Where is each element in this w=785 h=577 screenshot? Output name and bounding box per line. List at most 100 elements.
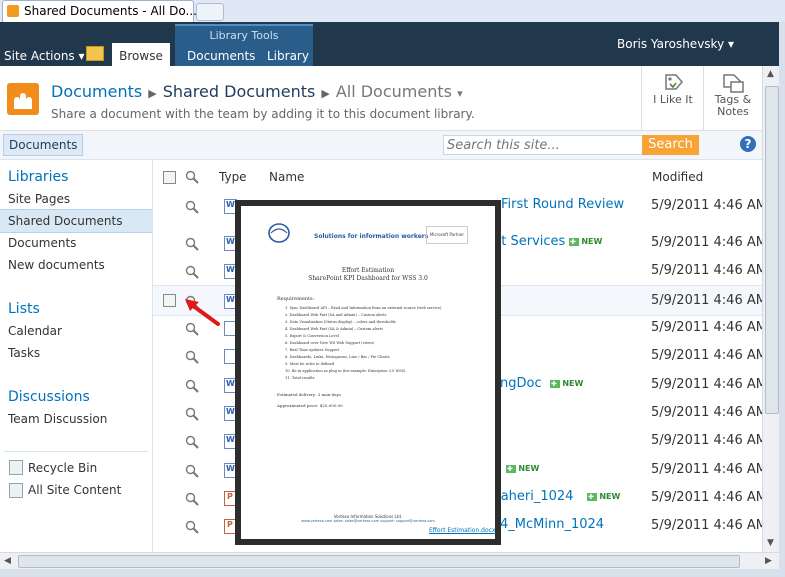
search-row: Documents Search ? bbox=[0, 131, 762, 160]
preview-section-heading: Requirements: bbox=[277, 296, 315, 302]
open-menu-magnifier-icon[interactable] bbox=[185, 492, 199, 506]
nav-item-new-documents[interactable]: New documents bbox=[8, 258, 105, 272]
preview-requirement-item: 7. Real Time updates Support bbox=[285, 348, 340, 352]
nav-heading-libraries[interactable]: Libraries bbox=[8, 169, 68, 185]
new-badge: NEW bbox=[550, 379, 583, 388]
i-like-it-label: I Like It bbox=[653, 93, 693, 106]
breadcrumb-separator-icon: ▶ bbox=[321, 87, 330, 100]
tab-browse[interactable]: Browse bbox=[112, 43, 170, 68]
preview-footer-contact: www.vertexa.com sales: sales@vertexa.com… bbox=[301, 519, 435, 523]
browser-tab-strip: Shared Documents - All Do... bbox=[0, 0, 785, 23]
open-menu-magnifier-icon[interactable] bbox=[185, 464, 199, 478]
nav-item-shared-documents[interactable]: Shared Documents bbox=[8, 214, 122, 228]
red-arrow-icon bbox=[185, 299, 220, 326]
chevron-down-icon: ▾ bbox=[457, 87, 463, 100]
navigate-up-folder-icon[interactable] bbox=[86, 46, 104, 61]
preview-requirement-item: 3. Data Visualization (Status display) –… bbox=[285, 320, 396, 324]
nav-divider bbox=[4, 451, 148, 452]
vertical-scroll-thumb[interactable] bbox=[765, 86, 779, 414]
modified-date: 5/9/2011 4:46 AM bbox=[651, 377, 762, 392]
document-preview-popup: Solutions for information workers Micros… bbox=[235, 200, 501, 545]
preview-delivery: Estimated delivery: 3 man-days bbox=[277, 392, 341, 397]
site-logo-icon[interactable] bbox=[7, 83, 39, 115]
document-name-link[interactable]: ngDoc bbox=[500, 376, 542, 391]
header-magnifier-icon bbox=[185, 170, 199, 184]
all-site-content-icon bbox=[9, 483, 23, 498]
user-menu[interactable]: Boris Yaroshevsky ▾ bbox=[617, 37, 734, 51]
search-button[interactable]: Search bbox=[642, 135, 699, 155]
modified-date: 5/9/2011 4:46 AM bbox=[651, 235, 762, 250]
horizontal-scroll-thumb[interactable] bbox=[18, 555, 740, 568]
nav-item-tasks[interactable]: Tasks bbox=[8, 346, 40, 360]
preview-requirement-item: 10. Be in application as plug in (for ex… bbox=[285, 369, 406, 373]
nav-item-all-site-content[interactable]: All Site Content bbox=[28, 483, 121, 497]
new-tab-button[interactable] bbox=[196, 3, 224, 21]
open-menu-magnifier-icon[interactable] bbox=[185, 407, 199, 421]
nav-item-recycle-bin[interactable]: Recycle Bin bbox=[28, 461, 97, 475]
nav-item-calendar[interactable]: Calendar bbox=[8, 324, 62, 338]
nav-item-team-discussion[interactable]: Team Discussion bbox=[8, 412, 107, 426]
company-logo-icon bbox=[268, 223, 290, 243]
preview-file-name-link[interactable]: Effort Estimation.docx bbox=[429, 527, 496, 534]
scroll-left-icon[interactable]: ◀ bbox=[4, 556, 11, 566]
scroll-up-icon[interactable]: ▲ bbox=[767, 69, 774, 79]
preview-title-line2: SharePoint KPI Dashboard for WSS 3.0 bbox=[308, 275, 428, 282]
row-checkbox[interactable] bbox=[163, 294, 176, 307]
tags-notes-button[interactable]: Tags & Notes bbox=[703, 66, 762, 130]
document-name-link[interactable]: vaheri_1024 bbox=[493, 489, 573, 504]
document-name-link[interactable]: 4_McMinn_1024 bbox=[500, 517, 604, 532]
column-header-type[interactable]: Type bbox=[219, 170, 247, 184]
nav-item-documents[interactable]: Documents bbox=[8, 236, 76, 250]
open-menu-magnifier-icon[interactable] bbox=[185, 200, 199, 214]
open-menu-magnifier-icon[interactable] bbox=[185, 265, 199, 279]
tab-library[interactable]: Library bbox=[267, 49, 309, 63]
open-menu-magnifier-icon[interactable] bbox=[185, 520, 199, 534]
horizontal-scrollbar[interactable]: ◀ ▶ bbox=[0, 552, 779, 570]
column-header-name[interactable]: Name bbox=[269, 170, 304, 184]
help-icon[interactable]: ? bbox=[740, 136, 756, 152]
tab-documents[interactable]: Documents bbox=[187, 49, 255, 63]
breadcrumb-shared-documents[interactable]: Shared Documents bbox=[163, 82, 316, 101]
page-description: Share a document with the team by adding… bbox=[51, 107, 475, 121]
open-menu-magnifier-icon[interactable] bbox=[185, 237, 199, 251]
preview-header-text: Solutions for information workers bbox=[314, 233, 429, 240]
title-area: Documents ▶ Shared Documents ▶ All Documents… bbox=[0, 66, 762, 131]
thumbs-up-tag-icon bbox=[665, 74, 683, 90]
tags-notes-icon bbox=[723, 74, 744, 93]
nav-heading-discussions[interactable]: Discussions bbox=[8, 389, 90, 405]
nav-heading-lists[interactable]: Lists bbox=[8, 301, 40, 317]
ribbon-bar: Site Actions ▾ Browse Library Tools Docu… bbox=[0, 22, 779, 68]
library-tools-group: Library Tools Documents Library bbox=[175, 24, 313, 68]
scroll-right-icon[interactable]: ▶ bbox=[765, 556, 772, 566]
breadcrumb-documents[interactable]: Documents bbox=[51, 82, 142, 101]
i-like-it-button[interactable]: I Like It bbox=[641, 66, 704, 130]
browser-tab[interactable]: Shared Documents - All Do... bbox=[2, 0, 197, 23]
preview-requirement-item: 1. Sync Dashboard API – Read and Informa… bbox=[285, 306, 442, 310]
nav-item-site-pages[interactable]: Site Pages bbox=[8, 192, 70, 206]
preview-requirement-item: 4. Dashboard Web Part (SA & Admin) – Cus… bbox=[285, 327, 383, 331]
sharepoint-favicon-icon bbox=[7, 5, 19, 17]
preview-requirement-item: 2. Dashboard Web Part (SA and Admin) – C… bbox=[285, 313, 387, 317]
preview-requirement-item: 6. Dashboard over New WS Web Support (vi… bbox=[285, 341, 375, 345]
document-name-link[interactable]: First Round Review bbox=[501, 197, 624, 212]
site-actions-menu[interactable]: Site Actions ▾ bbox=[4, 49, 85, 63]
modified-date: 5/9/2011 4:46 AM bbox=[651, 518, 762, 533]
breadcrumb-separator-icon: ▶ bbox=[148, 87, 157, 100]
document-name-link[interactable]: nt Services bbox=[493, 234, 565, 249]
view-selector-label: All Documents bbox=[335, 82, 452, 101]
preview-title-line1: Effort Estimation bbox=[341, 267, 395, 274]
column-header-modified[interactable]: Modified bbox=[652, 170, 703, 184]
preview-requirement-item: 8. Dashboards, Links, Histograms, Line /… bbox=[285, 355, 390, 359]
modified-date: 5/9/2011 4:46 AM bbox=[651, 405, 762, 420]
scroll-down-icon[interactable]: ▼ bbox=[767, 538, 774, 548]
vertical-scrollbar[interactable]: ▲ ▼ bbox=[762, 66, 780, 552]
open-menu-magnifier-icon[interactable] bbox=[185, 379, 199, 393]
documents-tab[interactable]: Documents bbox=[3, 134, 84, 156]
open-menu-magnifier-icon[interactable] bbox=[185, 350, 199, 364]
view-selector[interactable]: All Documents ▾ bbox=[336, 82, 463, 101]
select-all-checkbox[interactable] bbox=[163, 171, 176, 184]
open-menu-magnifier-icon[interactable] bbox=[185, 435, 199, 449]
search-input[interactable] bbox=[443, 135, 647, 155]
modified-date: 5/9/2011 4:46 AM bbox=[651, 263, 762, 278]
modified-date: 5/9/2011 4:46 AM bbox=[651, 348, 762, 363]
